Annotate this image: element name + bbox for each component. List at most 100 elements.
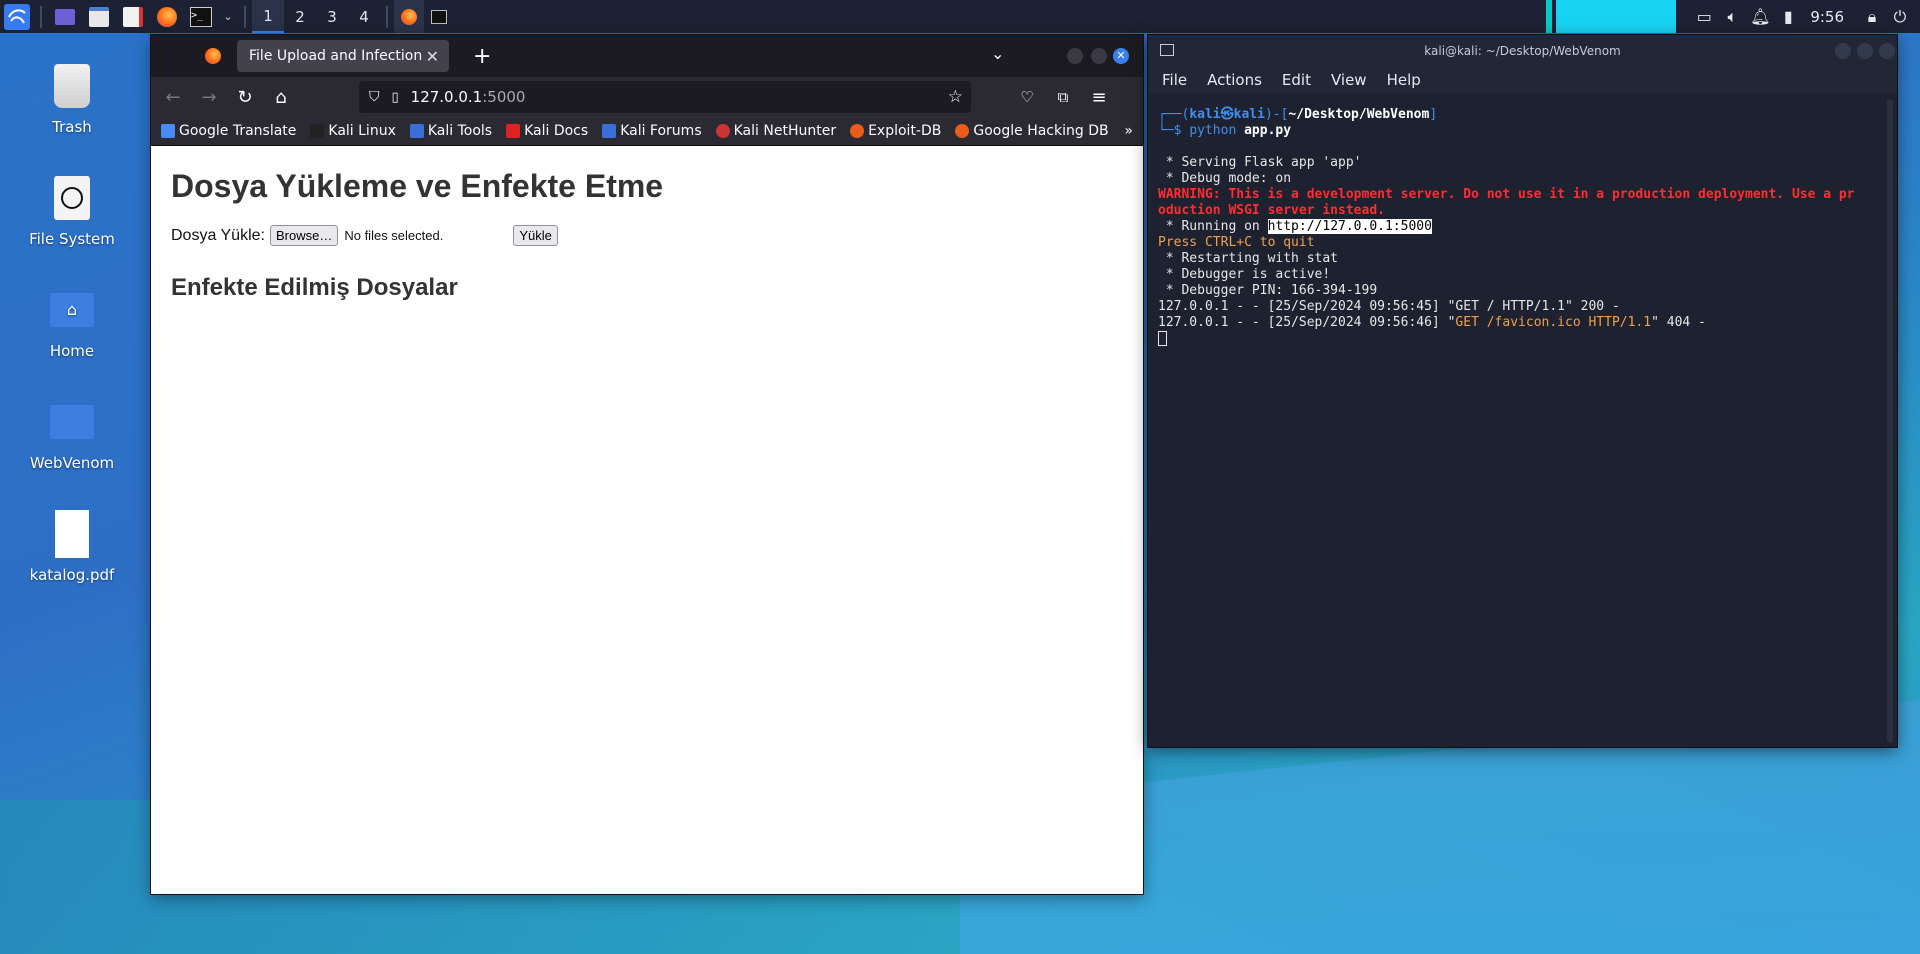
battery-icon[interactable]: ▮: [1774, 0, 1802, 33]
desktop-icon-label: Home: [49, 342, 95, 360]
extensions-icon[interactable]: ⧉: [1045, 79, 1081, 115]
output-line: * Debug mode: on: [1158, 171, 1292, 186]
firefox-view-icon[interactable]: [205, 48, 221, 64]
maximize-window-button[interactable]: [1091, 48, 1107, 64]
list-tabs-icon[interactable]: ⌄: [991, 44, 1004, 63]
desktop-icon-label: WebVenom: [29, 454, 115, 472]
bookmark-google-hacking-db[interactable]: Google Hacking DB: [955, 123, 1109, 139]
terminal-cursor: [1158, 331, 1167, 346]
terminal-output[interactable]: ┌──(kali㉿kali)-[~/Desktop/WebVenom] └─$ p…: [1158, 107, 1879, 743]
menu-view[interactable]: View: [1331, 71, 1367, 89]
minimize-window-button[interactable]: [1067, 48, 1083, 64]
bookmark-star-icon[interactable]: ☆: [948, 87, 963, 107]
infected-files-heading: Enfekte Edilmiş Dosyalar: [171, 274, 458, 301]
output-line: Press CTRL+C to quit: [1158, 235, 1315, 250]
bookmark-exploit-db[interactable]: Exploit-DB: [850, 123, 941, 139]
hard-drive-icon: [46, 172, 98, 224]
terminal-app-icon: [1160, 44, 1174, 56]
terminal-scrollbar[interactable]: [1887, 99, 1893, 743]
taskbar-separator: [40, 5, 42, 28]
desktop-icon-label: File System: [29, 230, 115, 248]
log-line: 127.0.0.1 - - [25/Sep/2024 09:56:46] "GE…: [1158, 315, 1706, 330]
volume-icon[interactable]: 🔈︎: [1718, 0, 1746, 33]
bookmark-kali-nethunter[interactable]: Kali NetHunter: [715, 123, 836, 139]
text-editor-icon[interactable]: [120, 4, 146, 30]
workspace-2[interactable]: 2: [284, 0, 316, 33]
tab-strip: File Upload and Infection ✕ + ⌄ ✕: [151, 35, 1143, 77]
close-tab-icon[interactable]: ✕: [426, 47, 439, 66]
menu-file[interactable]: File: [1162, 71, 1187, 89]
desktop-icon-trash[interactable]: Trash: [20, 60, 124, 136]
file-manager-icon[interactable]: [86, 4, 112, 30]
server-url[interactable]: http://127.0.0.1:5000: [1267, 219, 1432, 234]
prompt-line: ┌──(kali㉿kali)-[~/Desktop/WebVenom]: [1158, 107, 1438, 122]
close-window-button[interactable]: [1879, 43, 1895, 59]
show-desktop-icon[interactable]: [52, 4, 78, 30]
page-content: Dosya Yükleme ve Enfekte Etme Dosya Yükl…: [151, 146, 1143, 320]
bookmark-kali-linux[interactable]: Kali Linux: [310, 123, 396, 139]
desktop-icon-filesystem[interactable]: File System: [20, 172, 124, 248]
maximize-window-button[interactable]: [1857, 43, 1873, 59]
terminal-title: kali@kali: ~/Desktop/WebVenom: [1424, 44, 1621, 58]
desktop-icon-webvenom[interactable]: WebVenom: [20, 396, 124, 472]
cpu-graph: [1546, 0, 1677, 33]
workspace-1[interactable]: 1: [252, 0, 284, 33]
bookmark-kali-tools[interactable]: Kali Tools: [409, 123, 492, 139]
terminal-titlebar: kali@kali: ~/Desktop/WebVenom: [1148, 35, 1897, 67]
trash-icon: [46, 60, 98, 112]
warning-line: oduction WSGI server instead.: [1158, 203, 1385, 218]
tab-active[interactable]: File Upload and Infection ✕: [237, 40, 449, 72]
display-icon[interactable]: ▭: [1690, 0, 1718, 33]
reload-icon[interactable]: ↻: [227, 79, 263, 115]
bookmark-kali-docs[interactable]: Kali Docs: [506, 123, 588, 139]
home-icon[interactable]: ⌂: [263, 79, 299, 115]
close-window-button[interactable]: ✕: [1113, 48, 1129, 64]
menu-help[interactable]: Help: [1387, 71, 1421, 89]
browse-button[interactable]: Browse…: [269, 225, 339, 246]
address-bar[interactable]: ⛉ ▯ 127.0.0.1:5000 ☆: [359, 81, 971, 113]
desktop-icon-label: katalog.pdf: [29, 566, 115, 584]
workspace-3[interactable]: 3: [316, 0, 348, 33]
desktop-icon-katalog-pdf[interactable]: katalog.pdf: [20, 508, 124, 584]
firefox-icon[interactable]: [154, 4, 180, 30]
app-menu-icon[interactable]: ≡: [1081, 79, 1117, 115]
upload-form: Dosya Yükle: Browse… No files selected. …: [171, 225, 1123, 246]
terminal-window: kali@kali: ~/Desktop/WebVenom File Actio…: [1148, 35, 1897, 747]
minimize-window-button[interactable]: [1835, 43, 1851, 59]
desktop-icon-home[interactable]: ⌂ Home: [20, 284, 124, 360]
menu-actions[interactable]: Actions: [1207, 71, 1262, 89]
lock-icon[interactable]: 🔒︎: [1858, 0, 1886, 33]
desktop-icon-label: Trash: [52, 118, 92, 136]
page-info-icon[interactable]: ▯: [392, 90, 399, 105]
task-terminal-window[interactable]: [424, 0, 454, 33]
warning-line: WARNING: This is a development server. D…: [1158, 187, 1855, 202]
pdf-file-icon: [46, 508, 98, 560]
taskbar-separator: [244, 5, 246, 28]
terminal-launcher-icon[interactable]: >_: [188, 4, 214, 30]
workspace-4[interactable]: 4: [348, 0, 380, 33]
menu-edit[interactable]: Edit: [1282, 71, 1311, 89]
output-line: * Serving Flask app 'app': [1158, 155, 1362, 170]
output-line: * Debugger PIN: 166-394-199: [1158, 283, 1378, 298]
power-icon[interactable]: ⏻: [1886, 0, 1914, 33]
firefox-window: File Upload and Infection ✕ + ⌄ ✕ ← → ↻ …: [151, 35, 1143, 894]
back-icon[interactable]: ←: [155, 79, 191, 115]
pocket-icon[interactable]: ♡: [1009, 79, 1045, 115]
clock[interactable]: 9:56: [1810, 8, 1844, 26]
chevron-down-icon[interactable]: ⌄: [222, 4, 234, 30]
task-firefox-window[interactable]: [394, 0, 424, 33]
more-bookmarks-icon[interactable]: »: [1124, 123, 1133, 139]
shield-icon[interactable]: ⛉: [369, 89, 380, 105]
bookmarks-toolbar: Google Translate Kali Linux Kali Tools K…: [151, 117, 1143, 146]
system-tray: ▭ 🔈︎ 🔔︎ ▮ 9:56 🔒︎ ⏻: [1546, 0, 1920, 33]
upload-button[interactable]: Yükle: [513, 225, 558, 246]
bookmark-google-translate[interactable]: Google Translate: [161, 123, 296, 139]
log-line: 127.0.0.1 - - [25/Sep/2024 09:56:45] "GE…: [1158, 299, 1620, 314]
page-title: Dosya Yükleme ve Enfekte Etme: [171, 168, 664, 204]
bookmark-kali-forums[interactable]: Kali Forums: [602, 123, 702, 139]
kali-menu-icon[interactable]: [4, 3, 30, 30]
notification-bell-icon[interactable]: 🔔︎: [1746, 0, 1774, 33]
forward-icon[interactable]: →: [191, 79, 227, 115]
folder-icon: [46, 396, 98, 448]
new-tab-icon[interactable]: +: [473, 44, 491, 69]
